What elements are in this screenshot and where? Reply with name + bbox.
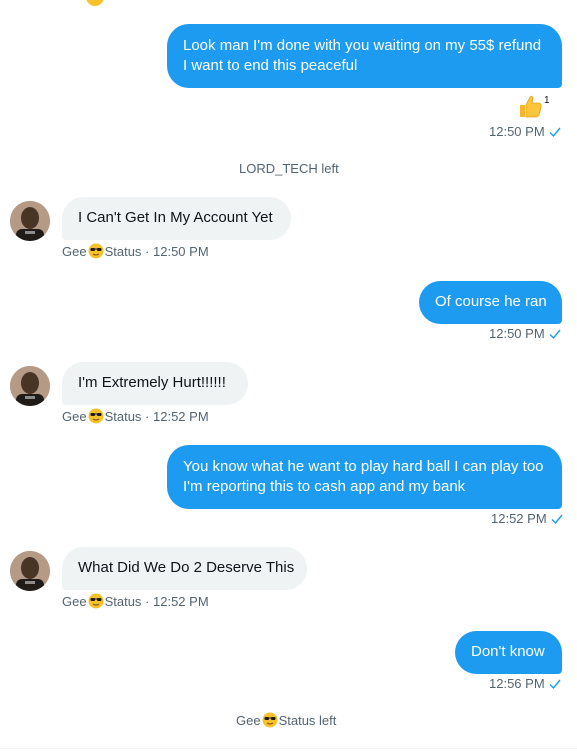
message-timestamp: 12:52 PM — [153, 408, 209, 424]
message-meta: Gee Status · 12:52 PM — [62, 593, 209, 609]
sunglasses-emoji-icon — [88, 593, 104, 609]
message-bubble-outgoing[interactable]: Of course he ran — [419, 281, 562, 324]
sender-name: Gee — [62, 408, 87, 424]
system-note: Gee Status left — [236, 712, 336, 728]
sent-check-icon — [551, 514, 563, 524]
message-timestamp: 12:52 PM — [491, 511, 547, 526]
message-meta: 12:50 PM — [489, 124, 561, 139]
message-meta: 12:56 PM — [489, 676, 561, 691]
message-text: Don't know — [471, 643, 545, 660]
sender-name-suffix: Status — [104, 593, 142, 609]
message-line: I want to end this peaceful — [183, 57, 358, 74]
composer-divider — [0, 748, 577, 749]
thumbs-up-icon — [520, 95, 542, 118]
meta-separator: · — [141, 243, 153, 259]
meta-separator: · — [141, 408, 153, 424]
message-bubble-outgoing[interactable]: Don't know — [455, 631, 562, 674]
system-note: LORD_TECH left — [239, 161, 339, 176]
system-note-name: Gee — [236, 712, 261, 728]
reaction-count: 1 — [544, 95, 550, 106]
message-meta: 12:52 PM — [491, 511, 563, 526]
message-meta: Gee Status · 12:52 PM — [62, 408, 209, 424]
message-timestamp: 12:50 PM — [489, 124, 545, 139]
message-bubble-incoming[interactable]: I Can't Get In My Account Yet — [62, 197, 291, 240]
cropped-emoji-icon — [86, 0, 104, 6]
sender-name-suffix: Status — [104, 408, 142, 424]
sender-name-suffix: Status — [104, 243, 142, 259]
message-timestamp: 12:52 PM — [153, 593, 209, 609]
sent-check-icon — [549, 127, 561, 137]
message-bubble-outgoing[interactable]: Look man I'm done with you waiting on my… — [167, 24, 562, 88]
message-line: You know what he want to play hard ball … — [183, 458, 544, 475]
sent-check-icon — [549, 329, 561, 339]
system-note-text: Status left — [278, 712, 337, 728]
sunglasses-emoji-icon — [262, 712, 278, 728]
avatar[interactable] — [10, 551, 50, 591]
message-timestamp: 12:56 PM — [489, 676, 545, 691]
message-bubble-incoming[interactable]: I'm Extremely Hurt!!!!!! — [62, 362, 248, 405]
system-note-text: LORD_TECH left — [239, 161, 339, 176]
avatar[interactable] — [10, 201, 50, 241]
sender-name: Gee — [62, 593, 87, 609]
avatar-image — [10, 366, 50, 406]
message-text: I Can't Get In My Account Yet — [78, 209, 273, 226]
avatar[interactable] — [10, 366, 50, 406]
sunglasses-emoji-icon — [88, 408, 104, 424]
message-text: Of course he ran — [435, 293, 547, 310]
avatar-image — [10, 201, 50, 241]
message-line: I'm reporting this to cash app and my ba… — [183, 478, 466, 495]
message-meta: 12:50 PM — [489, 326, 561, 341]
message-bubble-outgoing[interactable]: You know what he want to play hard ball … — [167, 445, 562, 509]
message-reaction[interactable]: 1 — [517, 93, 550, 119]
message-timestamp: 12:50 PM — [489, 326, 545, 341]
message-line: Look man I'm done with you waiting on my… — [183, 37, 542, 54]
avatar-image — [10, 551, 50, 591]
sender-name: Gee — [62, 243, 87, 259]
sent-check-icon — [549, 679, 561, 689]
message-text: I'm Extremely Hurt!!!!!! — [78, 374, 226, 391]
sunglasses-emoji-icon — [88, 243, 104, 259]
message-bubble-incoming[interactable]: What Did We Do 2 Deserve This — [62, 547, 307, 590]
dm-conversation: Look man I'm done with you waiting on my… — [0, 0, 577, 756]
message-timestamp: 12:50 PM — [153, 243, 209, 259]
message-text: What Did We Do 2 Deserve This — [78, 559, 295, 576]
message-meta: Gee Status · 12:50 PM — [62, 243, 209, 259]
meta-separator: · — [141, 593, 153, 609]
